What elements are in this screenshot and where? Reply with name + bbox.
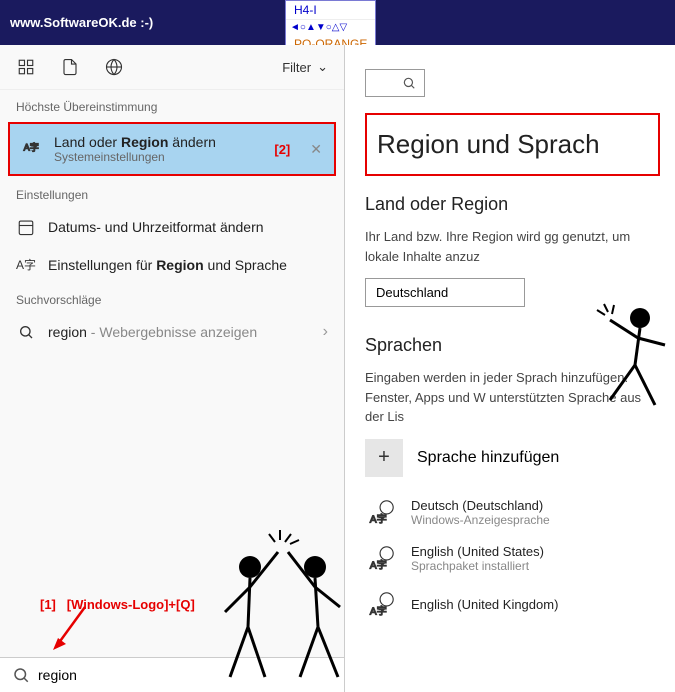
settings-search[interactable] [365,69,425,97]
filter-label: Filter [282,60,311,75]
search-icon [402,76,416,90]
result-region-settings[interactable]: A字 Land oder Region ändern Systemeinstel… [8,122,336,176]
language-globe-icon: A字 [365,497,397,529]
web-tab-icon[interactable] [104,57,124,77]
chevron-down-icon: ⌄ [317,59,328,75]
chevron-right-icon: › [323,323,328,341]
add-language[interactable]: + Sprache hinzufügen [365,439,660,477]
result-web-suggest[interactable]: region - Webergebnisse anzeigen › [0,313,344,351]
settings-title-highlight: Region und Sprach [365,113,660,176]
svg-text:A字: A字 [370,512,387,525]
cortana-tabs: Filter ⌄ [0,45,344,90]
section-suggestions: Suchvorschläge [0,283,344,313]
filter-button[interactable]: Filter ⌄ [282,59,328,75]
language-icon: A字 [22,139,42,159]
country-heading: Land oder Region [365,194,660,215]
language-globe-icon: A字 [365,589,397,621]
language-item-en-gb[interactable]: A字 English (United Kingdom) [365,589,660,621]
search-icon [12,666,30,684]
add-language-label: Sprache hinzufügen [417,449,559,467]
country-select[interactable]: Deutschland [365,278,525,307]
search-icon [16,324,36,340]
dropdown-item[interactable]: H4-I [286,1,375,20]
page-title: Region und Sprach [377,129,648,160]
svg-text:A字: A字 [24,142,39,153]
language-item-en-us[interactable]: A字 English (United States) Sprachpaket i… [365,543,660,575]
plus-icon: + [365,439,403,477]
cortana-search-panel: Filter ⌄ Höchste Übereinstimmung A字 Land… [0,45,345,692]
settings-panel: Region und Sprach Land oder Region Ihr L… [345,45,675,692]
languages-desc: Eingaben werden in jeder Sprach hinzufüg… [365,368,660,427]
section-settings: Einstellungen [0,178,344,208]
search-input[interactable] [38,667,332,683]
country-desc: Ihr Land bzw. Ihre Region wird gg genutz… [365,227,660,266]
language-globe-icon: A字 [365,543,397,575]
svg-text:A字: A字 [370,558,387,571]
site-label: www.SoftwareOK.de :-) [10,15,153,30]
annotation-2: [2] [274,142,290,157]
cortana-search-box[interactable] [0,657,344,692]
languages-heading: Sprachen [365,335,660,356]
calendar-icon [16,218,36,236]
dropdown-nav-icons[interactable]: ◄○▲▼○△▽ [286,20,375,35]
result-text: Land oder Region ändern Systemeinstellun… [54,134,262,164]
apps-tab-icon[interactable] [16,57,36,77]
svg-text:A字: A字 [370,604,387,617]
language-icon: A字 [16,256,36,273]
close-icon[interactable]: ✕ [310,141,322,158]
result-datetime[interactable]: Datums- und Uhrzeitformat ändern [0,208,344,246]
documents-tab-icon[interactable] [60,57,80,77]
annotation-arrow [50,602,90,652]
section-best-match: Höchste Übereinstimmung [0,90,344,120]
language-item-de[interactable]: A字 Deutsch (Deutschland) Windows-Anzeige… [365,497,660,529]
result-region-lang[interactable]: A字 Einstellungen für Region und Sprache [0,246,344,283]
